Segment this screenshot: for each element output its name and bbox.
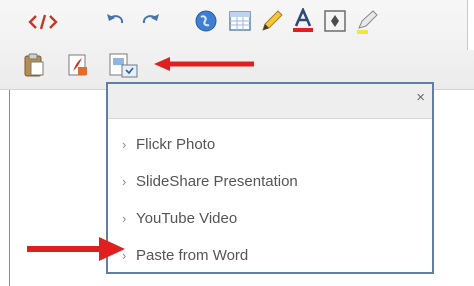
redo-icon[interactable] bbox=[140, 11, 162, 31]
chevron-right-icon: › bbox=[122, 174, 127, 189]
table-icon[interactable] bbox=[228, 10, 252, 32]
popup-header: × bbox=[108, 84, 432, 119]
editor-left-border bbox=[9, 90, 10, 286]
editor-toolbar bbox=[0, 0, 474, 90]
text-color-icon[interactable] bbox=[290, 8, 316, 34]
close-icon[interactable]: × bbox=[416, 90, 425, 106]
highlighter-icon[interactable] bbox=[354, 8, 380, 34]
annotation-arrow-paste-from-word bbox=[27, 237, 125, 261]
insert-web-icon[interactable] bbox=[194, 9, 218, 33]
menu-item-paste-from-word[interactable]: › Paste from Word bbox=[122, 237, 422, 274]
insert-anchor-icon[interactable] bbox=[323, 9, 347, 33]
pencil-icon[interactable] bbox=[259, 8, 285, 34]
menu-item-label: Paste from Word bbox=[136, 247, 249, 264]
paste-icon[interactable] bbox=[22, 52, 46, 78]
chevron-right-icon: › bbox=[122, 137, 127, 152]
popup-menu-list: › Flickr Photo › SlideShare Presentation… bbox=[122, 126, 422, 274]
menu-item-youtube-video[interactable]: › YouTube Video bbox=[122, 200, 422, 237]
annotation-arrow-toolbar-icon bbox=[154, 57, 254, 71]
undo-icon[interactable] bbox=[104, 11, 126, 31]
chevron-right-icon: › bbox=[122, 211, 127, 226]
menu-item-label: Flickr Photo bbox=[136, 136, 216, 153]
menu-item-flickr-photo[interactable]: › Flickr Photo bbox=[122, 126, 422, 163]
insert-menu-popup: × › Flickr Photo › SlideShare Presentati… bbox=[106, 82, 434, 274]
menu-item-label: SlideShare Presentation bbox=[136, 173, 298, 190]
toolbar-right-edge bbox=[467, 0, 474, 50]
insert-embed-dropdown-icon[interactable] bbox=[108, 51, 142, 79]
paste-pdf-icon[interactable] bbox=[66, 52, 90, 78]
html-source-icon[interactable] bbox=[28, 12, 58, 32]
menu-item-label: YouTube Video bbox=[136, 210, 238, 227]
menu-item-slideshare-presentation[interactable]: › SlideShare Presentation bbox=[122, 163, 422, 200]
